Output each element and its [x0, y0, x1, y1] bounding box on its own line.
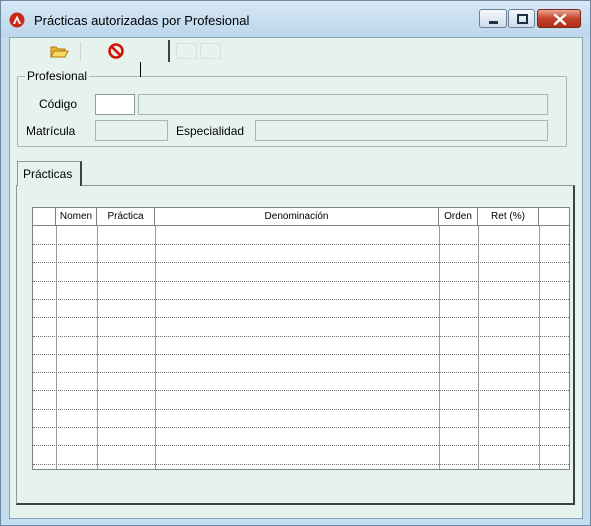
grid-col-indicator	[33, 208, 56, 226]
practicas-grid[interactable]: Nomen Práctica Denominación Orden Ret (%…	[32, 207, 570, 470]
grid-column-divider	[97, 226, 98, 469]
app-window: Prácticas autorizadas por Profesional Pr…	[0, 0, 591, 526]
toolbar	[10, 38, 582, 64]
grid-column-divider	[539, 226, 540, 469]
tab-practicas[interactable]: Prácticas	[17, 161, 82, 186]
codigo-input[interactable]	[95, 94, 135, 115]
especialidad-field	[255, 120, 548, 141]
especialidad-label: Especialidad	[176, 124, 245, 138]
grid-column-divider	[56, 226, 57, 469]
codigo-label: Código	[39, 97, 78, 111]
toolbar-empty-button[interactable]	[176, 43, 197, 59]
table-row[interactable]	[33, 264, 569, 282]
close-button[interactable]	[537, 9, 581, 28]
table-row[interactable]	[33, 392, 569, 410]
toolbar-empty-button[interactable]	[200, 43, 221, 59]
table-row[interactable]	[33, 227, 569, 245]
grid-header: Nomen Práctica Denominación Orden Ret (%…	[33, 208, 569, 226]
maximize-button[interactable]	[508, 9, 535, 28]
profesional-legend: Profesional	[25, 69, 90, 83]
toolbar-divider	[168, 40, 170, 62]
minimize-icon	[489, 21, 498, 24]
cancel-button[interactable]	[105, 41, 127, 61]
table-row[interactable]	[33, 282, 569, 300]
grid-column-divider	[478, 226, 479, 469]
table-row[interactable]	[33, 428, 569, 447]
matricula-label: Matrícula	[26, 124, 76, 138]
nombre-field	[138, 94, 548, 115]
app-logo-icon	[9, 12, 25, 28]
tab-practicas-label: Prácticas	[23, 167, 73, 181]
table-row[interactable]	[33, 300, 569, 319]
table-row[interactable]	[33, 355, 569, 374]
grid-col-ret[interactable]: Ret (%)	[478, 208, 539, 226]
open-button[interactable]	[48, 41, 70, 61]
maximize-icon	[517, 14, 528, 24]
grid-column-divider	[439, 226, 440, 469]
table-row[interactable]	[33, 337, 569, 355]
table-row[interactable]	[33, 319, 569, 337]
table-row[interactable]	[33, 373, 569, 392]
matricula-field	[95, 120, 168, 141]
table-row[interactable]	[33, 245, 569, 264]
close-icon	[553, 13, 567, 26]
text-caret	[140, 62, 141, 77]
folder-open-icon	[50, 46, 69, 58]
grid-col-orden[interactable]: Orden	[439, 208, 478, 226]
grid-col-extra	[539, 208, 569, 226]
toolbar-separator	[80, 42, 81, 60]
grid-col-nomen[interactable]: Nomen	[56, 208, 97, 226]
minimize-button[interactable]	[479, 9, 507, 28]
table-row[interactable]	[33, 410, 569, 428]
table-row[interactable]	[33, 447, 569, 465]
window-title: Prácticas autorizadas por Profesional	[34, 13, 250, 28]
grid-column-divider	[155, 226, 156, 469]
title-bar[interactable]: Prácticas autorizadas por Profesional	[1, 1, 590, 37]
no-entry-icon	[108, 43, 124, 59]
grid-col-denominacion[interactable]: Denominación	[155, 208, 439, 226]
grid-col-practica[interactable]: Práctica	[97, 208, 155, 226]
